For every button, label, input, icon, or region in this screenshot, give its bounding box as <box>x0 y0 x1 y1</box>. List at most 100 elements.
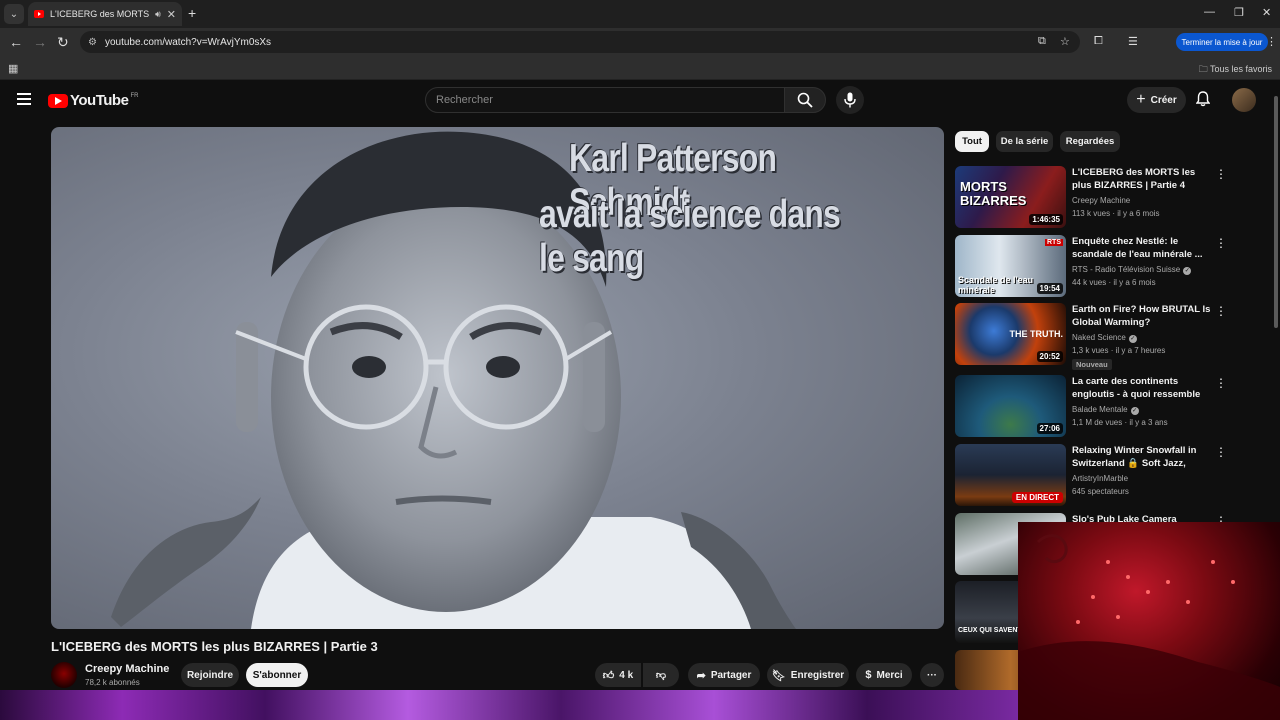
address-bar[interactable]: ⚙ youtube.com/watch?v=WrAvjYm0sXs <box>80 31 1080 53</box>
notifications-bell-icon[interactable] <box>1195 91 1211 110</box>
search-icon <box>797 92 813 108</box>
browser-tab-bar: ⌄ L'ICEBERG des MORTS les p 🔊︎ ✕ + — ❐ ✕ <box>0 0 1280 28</box>
youtube-header: YouTube FR Rechercher + Créer <box>0 80 1280 120</box>
new-tab-icon[interactable]: + <box>188 5 196 21</box>
subscribe-button[interactable]: S'abonner <box>246 663 308 687</box>
video-thumbnail[interactable]: Scandale de l'eau minérale RTS 19:54 <box>955 235 1066 297</box>
install-app-icon[interactable]: ⧉ <box>1038 35 1046 48</box>
tab-search-button[interactable]: ⌄ <box>4 4 24 24</box>
page-scrollbar[interactable] <box>1274 96 1278 328</box>
search-placeholder: Rechercher <box>436 94 493 106</box>
recommendation-meta: 1,3 k vues · il y a 7 heures <box>1072 346 1166 355</box>
more-vertical-icon[interactable]: ⋮ <box>1215 305 1227 317</box>
dislike-button[interactable]: 👎︎ <box>643 663 679 687</box>
create-button[interactable]: + Créer <box>1127 87 1186 113</box>
recommendation-channel[interactable]: ArtistryInMarble <box>1072 474 1128 483</box>
chip-series[interactable]: De la série <box>996 131 1053 152</box>
back-icon[interactable]: ← <box>9 34 23 50</box>
recommendation-title[interactable]: Relaxing Winter Snowfall in Switzerland … <box>1072 444 1212 471</box>
avatar[interactable] <box>1232 88 1256 112</box>
like-button[interactable]: 👍︎ 4 k <box>595 663 641 687</box>
voice-search-button[interactable] <box>836 86 864 114</box>
browser-menu-icon[interactable]: ⋮ <box>1266 35 1277 48</box>
reload-icon[interactable]: ↻ <box>57 34 69 51</box>
recommendation-title[interactable]: Earth on Fire? How BRUTAL Is Global Warm… <box>1072 303 1212 329</box>
maximize-icon[interactable]: ❐ <box>1234 6 1244 19</box>
url-text: youtube.com/watch?v=WrAvjYm0sXs <box>104 36 272 48</box>
save-button[interactable]: 🔖︎ Enregistrer <box>767 663 849 687</box>
channel-avatar[interactable] <box>51 662 77 688</box>
chip-all[interactable]: Tout <box>955 131 989 152</box>
create-label: Créer <box>1150 94 1177 106</box>
recommendation-meta: 1,1 M de vues · il y a 3 ans <box>1072 418 1168 427</box>
more-vertical-icon[interactable]: ⋮ <box>1215 377 1227 389</box>
all-bookmarks-folder[interactable]: 🗀︎ Tous les favoris <box>1199 62 1272 78</box>
video-thumbnail[interactable]: 27:06 <box>955 375 1066 437</box>
join-button[interactable]: Rejoindre <box>181 663 239 687</box>
channel-label: Balade Mentale <box>1072 405 1128 414</box>
video-duration: 19:54 <box>1036 283 1063 294</box>
search-input[interactable]: Rechercher <box>425 87 785 113</box>
chip-watched[interactable]: Regardées <box>1060 131 1120 152</box>
video-thumbnail[interactable]: THE TRUTH. 20:52 <box>955 303 1066 365</box>
all-bookmarks-label: Tous les favoris <box>1209 64 1272 74</box>
site-info-icon[interactable]: ⚙ <box>88 37 97 48</box>
more-horizontal-icon: ··· <box>927 669 937 681</box>
share-label: Partager <box>710 669 752 681</box>
more-vertical-icon[interactable]: ⋮ <box>1215 446 1227 458</box>
minimize-icon[interactable]: — <box>1204 6 1215 18</box>
more-vertical-icon[interactable]: ⋮ <box>1215 237 1227 249</box>
video-thumbnail[interactable]: EN DIRECT <box>955 444 1066 506</box>
browser-tab[interactable]: L'ICEBERG des MORTS les p 🔊︎ ✕ <box>28 2 182 26</box>
video-duration: 27:06 <box>1036 423 1063 434</box>
reading-list-icon[interactable]: ☰ <box>1128 35 1138 48</box>
channel-label: RTS - Radio Télévision Suisse <box>1072 265 1181 274</box>
extensions-icon[interactable]: ⧠ <box>1094 35 1103 48</box>
browser-toolbar: ← → ↻ ⚙ youtube.com/watch?v=WrAvjYm0sXs … <box>0 28 1280 77</box>
thumbnail-text: MORTS BIZARRES <box>960 179 1027 208</box>
recommendation-meta: 113 k vues · il y a 6 mois <box>1072 209 1160 218</box>
forward-icon[interactable]: → <box>33 34 47 50</box>
recommendation-title[interactable]: L'ICEBERG des MORTS les plus BIZARRES | … <box>1072 166 1212 192</box>
search-button[interactable] <box>784 87 826 113</box>
recommendation-title[interactable]: Enquête chez Nestlé: le scandale de l'ea… <box>1072 235 1212 261</box>
live-badge: EN DIRECT <box>1011 492 1063 503</box>
thanks-button[interactable]: $ Merci <box>856 663 912 687</box>
verified-icon: ✓ <box>1183 267 1192 275</box>
recommendation-channel[interactable]: Creepy Machine <box>1072 196 1130 205</box>
recommendation-channel[interactable]: Naked Science ✓ <box>1072 333 1137 343</box>
verified-icon: ✓ <box>1128 335 1137 343</box>
channel-name[interactable]: Creepy Machine <box>85 663 169 675</box>
webcam-scene-illustration <box>1018 534 1280 720</box>
close-window-icon[interactable]: ✕ <box>1262 6 1271 19</box>
bottom-overlay-banner <box>0 690 1020 720</box>
logo-text: YouTube <box>70 92 129 109</box>
bookmark-icon: 🔖︎ <box>771 669 786 682</box>
super-thanks-icon: $ <box>865 669 872 681</box>
speaker-icon[interactable]: 🔊︎ <box>155 9 161 20</box>
plus-icon: + <box>1136 91 1146 108</box>
more-vertical-icon[interactable]: ⋮ <box>1215 168 1227 180</box>
menu-icon[interactable] <box>17 93 31 105</box>
apps-grid-icon[interactable]: ▦ <box>8 62 18 75</box>
video-player[interactable]: Karl Patterson Schmidt avait la science … <box>51 127 944 629</box>
rts-logo: RTS <box>1045 239 1063 246</box>
tab-title: L'ICEBERG des MORTS les p <box>50 9 151 19</box>
youtube-logo[interactable]: YouTube FR <box>48 92 138 109</box>
thanks-label: Merci <box>876 669 903 681</box>
recommendation-channel[interactable]: RTS - Radio Télévision Suisse ✓ <box>1072 265 1192 275</box>
recommendation-title[interactable]: La carte des continents engloutis - à qu… <box>1072 375 1212 402</box>
video-duration: 1:46:35 <box>1029 214 1063 225</box>
bookmark-star-icon[interactable]: ☆ <box>1060 35 1070 48</box>
update-browser-button[interactable]: Terminer la mise à jour <box>1176 33 1268 51</box>
close-tab-icon[interactable]: ✕ <box>167 8 176 21</box>
video-thumbnail[interactable]: MORTS BIZARRES 1:46:35 <box>955 166 1066 228</box>
more-actions-button[interactable]: ··· <box>920 663 944 687</box>
subscriber-count: 78,2 k abonnés <box>85 678 140 687</box>
chevron-down-icon: ⌄ <box>9 8 19 20</box>
share-button[interactable]: ➦ Partager <box>688 663 760 687</box>
folder-icon: 🗀︎ <box>1198 64 1210 74</box>
recommendation-channel[interactable]: Balade Mentale ✓ <box>1072 405 1139 415</box>
microphone-icon <box>844 92 856 108</box>
webcam-overlay <box>1018 522 1280 720</box>
